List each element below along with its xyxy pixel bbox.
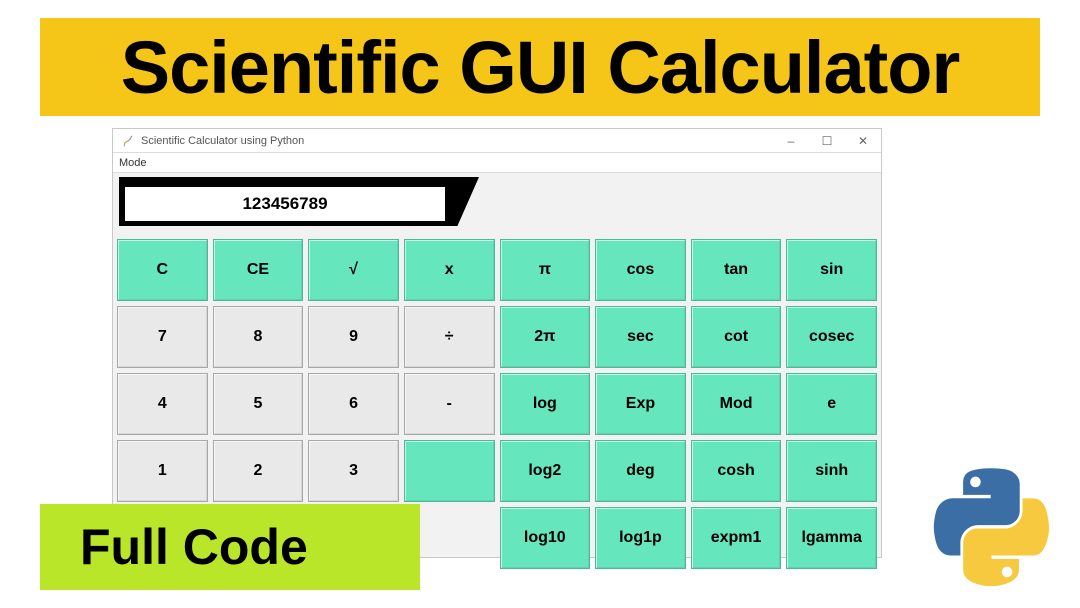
pi-button[interactable]: π [500,239,591,301]
sin-button[interactable]: sin [786,239,877,301]
log10-button[interactable]: log10 [500,507,591,569]
divide-button[interactable]: ÷ [404,306,495,368]
window-title: Scientific Calculator using Python [141,135,304,147]
minimize-button[interactable]: – [773,129,809,153]
exp-button[interactable]: Exp [595,373,686,435]
mod-button[interactable]: Mod [691,373,782,435]
cosh-button[interactable]: cosh [691,440,782,502]
digit-4-button[interactable]: 4 [117,373,208,435]
digit-7-button[interactable]: 7 [117,306,208,368]
cot-button[interactable]: cot [691,306,782,368]
calculator-window: Scientific Calculator using Python – ☐ ✕… [112,128,882,558]
window-titlebar: Scientific Calculator using Python – ☐ ✕ [113,129,881,153]
menu-mode[interactable]: Mode [119,157,147,169]
page-title: Scientific GUI Calculator [121,25,960,110]
add-button[interactable] [404,440,495,502]
deg-button[interactable]: deg [595,440,686,502]
display-area: 123456789 [113,173,881,235]
digit-8-button[interactable]: 8 [213,306,304,368]
sec-button[interactable]: sec [595,306,686,368]
app-icon [119,132,137,150]
log-button[interactable]: log [500,373,591,435]
menu-bar: Mode [113,153,881,173]
cos-button[interactable]: cos [595,239,686,301]
digit-3-button[interactable]: 3 [308,440,399,502]
tan-button[interactable]: tan [691,239,782,301]
log1p-button[interactable]: log1p [595,507,686,569]
expm1-button[interactable]: expm1 [691,507,782,569]
display-value[interactable]: 123456789 [125,187,445,221]
lgamma-button[interactable]: lgamma [786,507,877,569]
digit-9-button[interactable]: 9 [308,306,399,368]
close-button[interactable]: ✕ [845,129,881,153]
clear-entry-button[interactable]: CE [213,239,304,301]
digit-5-button[interactable]: 5 [213,373,304,435]
sinh-button[interactable]: sinh [786,440,877,502]
title-banner: Scientific GUI Calculator [40,18,1040,116]
clear-button[interactable]: C [117,239,208,301]
two-pi-button[interactable]: 2π [500,306,591,368]
sqrt-button[interactable]: √ [308,239,399,301]
multiply-button[interactable]: x [404,239,495,301]
digit-1-button[interactable]: 1 [117,440,208,502]
digit-2-button[interactable]: 2 [213,440,304,502]
python-logo-icon [932,468,1050,586]
subtract-button[interactable]: - [404,373,495,435]
cosec-button[interactable]: cosec [786,306,877,368]
log2-button[interactable]: log2 [500,440,591,502]
e-button[interactable]: e [786,373,877,435]
footer-label: Full Code [40,504,420,590]
maximize-button[interactable]: ☐ [809,129,845,153]
footer-text: Full Code [80,518,308,576]
digit-6-button[interactable]: 6 [308,373,399,435]
